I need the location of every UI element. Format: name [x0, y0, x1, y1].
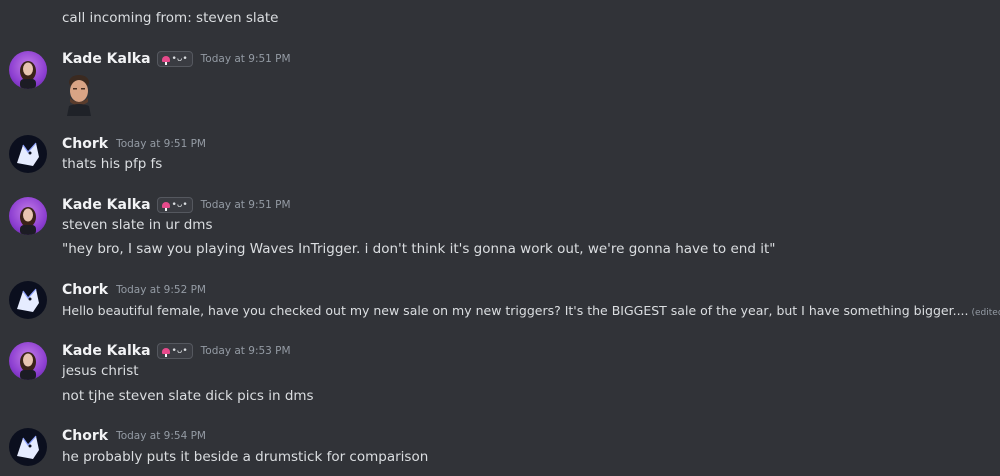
- message-text: jesus christ: [62, 363, 139, 379]
- user-tag-badge[interactable]: •ᴗ•: [156, 51, 193, 67]
- message-text-content: Hello beautiful female, have you checked…: [62, 303, 969, 318]
- username[interactable]: Kade Kalka: [62, 51, 151, 67]
- timestamp: Today at 9:51 PM: [200, 199, 291, 211]
- chork-avatar[interactable]: [9, 135, 47, 173]
- timestamp: Today at 9:51 PM: [200, 53, 291, 65]
- user-tag-badge[interactable]: •ᴗ•: [156, 343, 193, 359]
- mushroom-icon: [161, 56, 170, 65]
- kade-avatar[interactable]: [9, 51, 47, 89]
- kade-avatar[interactable]: [9, 197, 47, 235]
- message-header: Kade Kalka •ᴗ• Today at 9:51 PM: [62, 195, 291, 215]
- message-text: steven slate in ur dms: [62, 217, 213, 233]
- username[interactable]: Chork: [62, 428, 108, 444]
- timestamp: Today at 9:52 PM: [116, 284, 206, 296]
- mushroom-icon: [161, 202, 170, 211]
- message-header: Chork Today at 9:52 PM: [62, 280, 206, 300]
- message-header: Chork Today at 9:51 PM: [62, 134, 206, 154]
- timestamp: Today at 9:54 PM: [116, 430, 206, 442]
- user-tag-badge[interactable]: •ᴗ•: [156, 197, 193, 213]
- message-text: thats his pfp fs: [62, 156, 163, 172]
- timestamp: Today at 9:51 PM: [116, 138, 206, 150]
- man-face-sticker[interactable]: [64, 72, 94, 116]
- mushroom-icon: [161, 348, 170, 357]
- kade-avatar[interactable]: [9, 342, 47, 380]
- system-message: call incoming from: steven slate: [62, 10, 279, 26]
- chork-avatar[interactable]: [9, 281, 47, 319]
- username[interactable]: Chork: [62, 282, 108, 298]
- message-header: Kade Kalka •ᴗ• Today at 9:51 PM: [62, 49, 291, 69]
- username[interactable]: Kade Kalka: [62, 343, 151, 359]
- username[interactable]: Kade Kalka: [62, 197, 151, 213]
- message-text: "hey bro, I saw you playing Waves InTrig…: [62, 241, 776, 257]
- timestamp: Today at 9:53 PM: [200, 345, 291, 357]
- message-text: not tjhe steven slate dick pics in dms: [62, 388, 314, 404]
- message-header: Kade Kalka •ᴗ• Today at 9:53 PM: [62, 341, 291, 361]
- message-text: Hello beautiful female, have you checked…: [62, 302, 1000, 322]
- username[interactable]: Chork: [62, 136, 108, 152]
- message-text: he probably puts it beside a drumstick f…: [62, 449, 429, 465]
- edited-label: (edited): [971, 308, 1000, 318]
- chork-avatar[interactable]: [9, 428, 47, 466]
- message-header: Chork Today at 9:54 PM: [62, 426, 206, 446]
